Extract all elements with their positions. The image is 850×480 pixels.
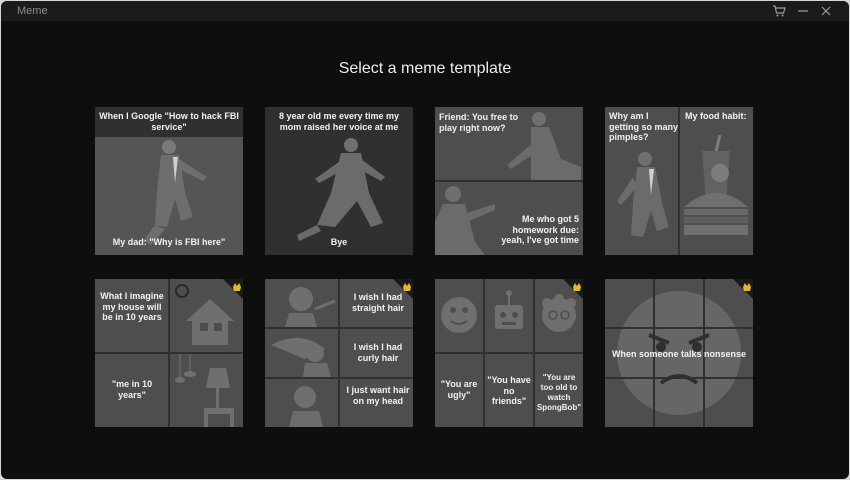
close-icon[interactable] [819, 4, 833, 18]
meme-template-house[interactable]: What I imagine my house will be in 10 ye… [95, 279, 243, 427]
crown-icon [393, 279, 413, 299]
meme-panel [680, 107, 753, 255]
meme-left-caption: Why am I getting so many pimples? [609, 111, 679, 142]
meme-top-caption: When I Google "How to hack FBI service" [99, 111, 239, 132]
app-window: Meme Select a meme template When I Googl… [1, 1, 849, 479]
meme-template-hair[interactable]: I wish I had straight hair I wish I had … [265, 279, 413, 427]
title-bar: Meme [1, 1, 849, 21]
meme-bottom-caption: Bye [330, 237, 348, 247]
minimize-icon[interactable] [796, 4, 810, 18]
meme-template-mom[interactable]: 8 year old me every time my mom raised h… [265, 107, 413, 255]
crown-icon [563, 279, 583, 299]
meme-panel [170, 354, 243, 427]
meme-bottom-caption: "me in 10 years" [111, 379, 153, 400]
meme-caption: When someone talks nonsense [611, 349, 747, 359]
meme-panel [435, 279, 483, 352]
page-title: Select a meme template [338, 60, 512, 77]
meme-top-caption: 8 year old me every time my mom raised h… [278, 111, 400, 132]
meme-caption-3: "You are too old to watch SpongBob" [536, 373, 582, 412]
meme-template-food[interactable]: Why am I getting so many pimples? My foo… [605, 107, 753, 255]
meme-caption-1: "You are ugly" [440, 379, 478, 400]
meme-template-nonsense[interactable]: When someone talks nonsense [605, 279, 753, 427]
meme-caption-2: "You have no friends" [487, 375, 531, 406]
meme-template-fbi[interactable]: When I Google "How to hack FBI service" … [95, 107, 243, 255]
meme-panel [265, 329, 338, 377]
crown-icon [223, 279, 243, 299]
meme-template-faces[interactable]: "You are ugly" "You have no friends" "Yo… [435, 279, 583, 427]
app-title: Meme [17, 5, 48, 17]
meme-bottom-caption: My dad: "Why is FBI here" [112, 237, 226, 247]
meme-caption-3: I just want hair on my head [346, 385, 410, 406]
crown-icon [733, 279, 753, 299]
meme-top-caption: Friend: You free to play right now? [439, 112, 519, 133]
meme-bottom-caption: Me who got 5 homework due: yeah, I've go… [501, 214, 579, 245]
meme-template-homework[interactable]: Friend: You free to play right now? Me w… [435, 107, 583, 255]
meme-panel [485, 279, 533, 352]
meme-panel [265, 279, 338, 327]
cart-icon[interactable] [772, 4, 786, 18]
meme-right-caption: My food habit: [685, 111, 747, 121]
meme-top-caption: What I imagine my house will be in 10 ye… [100, 291, 164, 322]
meme-caption-2: I wish I had curly hair [353, 342, 403, 363]
meme-panel [265, 379, 338, 427]
